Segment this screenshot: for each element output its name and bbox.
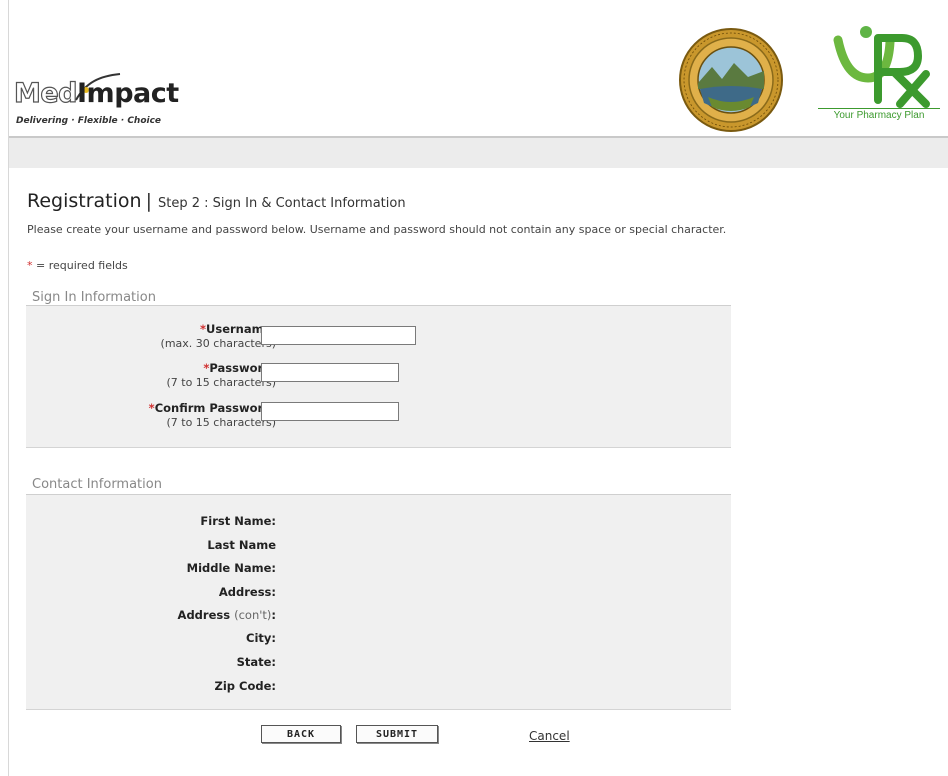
title-separator: |	[145, 190, 152, 212]
required-note: * = required fields	[27, 259, 128, 272]
zip-code-label: Zip Code:	[214, 679, 277, 693]
page-title: Registration | Step 2 : Sign In & Contact …	[27, 190, 406, 212]
required-note-text: = required fields	[32, 259, 128, 272]
confirm-password-hint: (7 to 15 characters)	[166, 416, 276, 429]
first-name-label: First Name:	[200, 514, 276, 528]
last-name-label: Last Name	[207, 538, 276, 552]
page-title-main: Registration	[27, 190, 142, 212]
intro-text: Please create your username and password…	[27, 223, 727, 236]
signin-section-title: Sign In Information	[32, 290, 156, 305]
back-button[interactable]: BACK	[261, 725, 341, 743]
state-seal-icon	[679, 28, 783, 132]
confirm-password-label: *Confirm Password:	[148, 401, 276, 415]
username-input[interactable]	[261, 326, 416, 345]
address-label: Address:	[218, 585, 276, 599]
logo-wordmark: MedImpact	[13, 77, 179, 109]
middle-name-label: Middle Name:	[186, 561, 276, 575]
nav-band	[9, 138, 948, 168]
medimpact-logo[interactable]: MedImpact Delivering · Flexible · Choice	[13, 73, 204, 130]
cancel-link[interactable]: Cancel	[529, 729, 570, 743]
contact-section-title: Contact Information	[32, 477, 162, 492]
urx-tagline: Your Pharmacy Plan	[818, 108, 940, 121]
urx-mark-icon	[833, 26, 930, 108]
password-hint: (7 to 15 characters)	[166, 376, 276, 389]
password-input[interactable]	[261, 363, 399, 382]
contact-panel: First Name: Last Name Middle Name: Addre…	[26, 495, 731, 710]
address2-label: Address (con't):	[177, 608, 276, 622]
city-label: City:	[246, 631, 276, 645]
signin-panel: *Username: (max. 30 characters) *Passwor…	[26, 306, 731, 448]
state-label: State:	[236, 655, 276, 669]
username-hint: (max. 30 characters)	[160, 337, 276, 350]
submit-button[interactable]: SUBMIT	[356, 725, 438, 743]
confirm-password-input[interactable]	[261, 402, 399, 421]
page-step-label: Step 2 : Sign In & Contact Information	[157, 196, 406, 211]
logo-tagline: Delivering · Flexible · Choice	[16, 116, 162, 126]
urx-pharmacy-plan-logo[interactable]: Your Pharmacy Plan	[816, 22, 942, 126]
